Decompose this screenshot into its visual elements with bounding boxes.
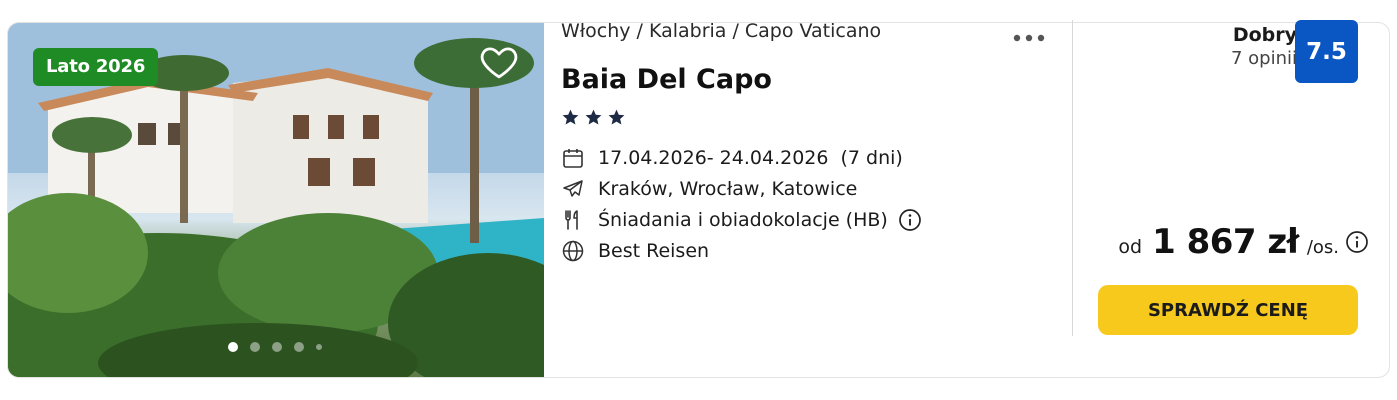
offer-info: Włochy / Kalabria / Capo Vaticano	[561, 20, 1071, 42]
breadcrumb-locality[interactable]: Capo Vaticano	[745, 20, 881, 42]
offer-facts: 17.04.2026- 24.04.2026 (7 dni) Kraków, W…	[561, 142, 922, 266]
hotel-photo[interactable]: Lato 2026	[8, 23, 544, 377]
dates-text: 17.04.2026- 24.04.2026	[598, 146, 829, 169]
favorite-button[interactable]	[478, 41, 520, 83]
board-text: Śniadania i obiadokolacje (HB)	[598, 208, 888, 231]
plane-icon	[561, 177, 585, 201]
gallery-dot[interactable]	[250, 342, 260, 352]
fact-departures: Kraków, Wrocław, Katowice	[561, 173, 922, 204]
rating-score-badge: 7.5	[1295, 20, 1358, 83]
duration-text: (7 dni)	[840, 146, 903, 169]
season-badge: Lato 2026	[33, 48, 159, 86]
check-price-button[interactable]: SPRAWDŹ CENĘ	[1098, 285, 1358, 335]
star-icon	[608, 109, 625, 125]
info-circle-icon	[898, 208, 921, 231]
departures-text: Kraków, Wrocław, Katowice	[598, 177, 858, 200]
utensils-icon	[561, 208, 585, 232]
gallery-dot[interactable]	[272, 342, 282, 352]
rating-label: Dobry	[1232, 24, 1297, 46]
price-row: od 1 867 zł /os.	[1118, 222, 1369, 262]
calendar-icon	[561, 146, 585, 170]
breadcrumb-country[interactable]: Włochy	[561, 20, 631, 42]
heart-outline-icon	[480, 47, 518, 79]
board-info-button[interactable]	[898, 208, 922, 232]
fact-operator: Best Reisen	[561, 235, 922, 266]
price-prefix: od	[1118, 236, 1143, 258]
gallery-dot[interactable]	[294, 342, 304, 352]
price-suffix: /os.	[1306, 237, 1339, 258]
price-info-button[interactable]	[1345, 230, 1369, 254]
breadcrumb: Włochy / Kalabria / Capo Vaticano	[561, 20, 1071, 42]
more-options-button[interactable]	[1011, 28, 1047, 48]
gallery-dot[interactable]	[316, 344, 322, 350]
more-horizontal-icon	[1013, 34, 1045, 42]
globe-icon	[561, 239, 585, 263]
star-icon	[585, 109, 602, 125]
star-icon	[562, 109, 579, 125]
fact-dates: 17.04.2026- 24.04.2026 (7 dni)	[561, 142, 922, 173]
hotel-stars	[561, 108, 626, 127]
info-circle-icon	[1346, 231, 1368, 253]
breadcrumb-region[interactable]: Kalabria	[649, 20, 726, 42]
breadcrumb-separator: /	[732, 20, 739, 42]
fact-board: Śniadania i obiadokolacje (HB)	[561, 204, 922, 235]
gallery-pagination[interactable]	[228, 342, 322, 352]
reviews-count-link[interactable]: 7 opinii	[1231, 48, 1297, 69]
breadcrumb-separator: /	[636, 20, 643, 42]
hotel-name[interactable]: Baia Del Capo	[561, 64, 772, 95]
gallery-dot[interactable]	[228, 342, 238, 352]
section-divider	[1072, 20, 1073, 336]
operator-text: Best Reisen	[598, 239, 710, 262]
rating-summary: Dobry 7 opinii	[1231, 24, 1297, 69]
price-value: 1 867 zł	[1152, 222, 1299, 262]
